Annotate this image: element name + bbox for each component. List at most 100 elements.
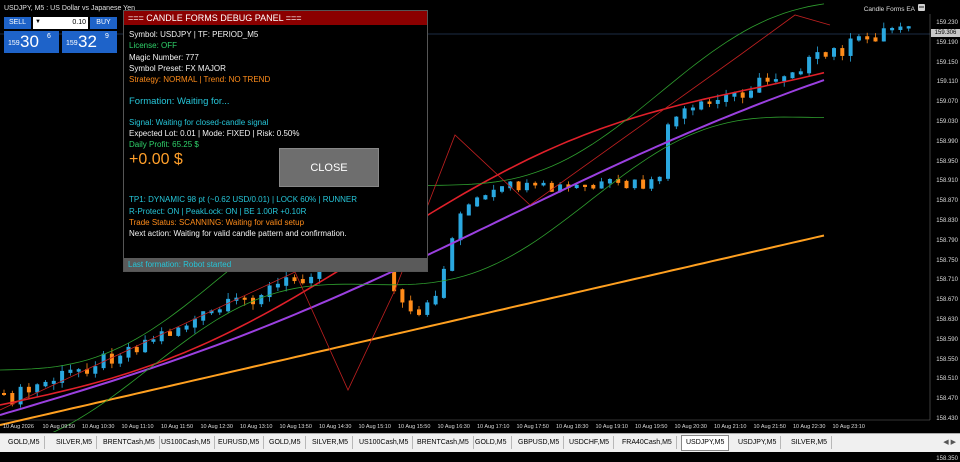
candle-body xyxy=(757,77,762,93)
candle-body xyxy=(674,116,679,127)
strategy-line: Strategy: NORMAL | Trend: NO TREND xyxy=(129,75,271,84)
close-button[interactable]: CLOSE xyxy=(279,148,379,187)
candle-body xyxy=(832,48,836,57)
price-scale-label: 158.950 xyxy=(936,158,958,165)
candle-body xyxy=(151,339,156,342)
candle-body xyxy=(483,195,488,200)
tab-usdjpy-m5[interactable]: USDJPY,M5 xyxy=(681,435,730,451)
magic-line: Magic Number: 777 xyxy=(129,53,199,62)
candle-body xyxy=(848,38,853,56)
price-scale-label: 158.990 xyxy=(936,138,958,145)
price-scale-label: 159.190 xyxy=(936,39,958,46)
price-scale-label: 158.710 xyxy=(936,277,958,284)
candle-body xyxy=(292,277,297,282)
tab-us100cash-m5[interactable]: US100Cash,M5 xyxy=(157,436,216,449)
tab-silver-m5[interactable]: SILVER,M5 xyxy=(52,436,98,449)
candle-body xyxy=(583,184,587,187)
time-axis-label: 10 Aug 19:10 xyxy=(595,424,628,430)
price-scale-label: 158.870 xyxy=(936,198,958,205)
preset-line: Symbol Preset: FX MAJOR xyxy=(129,64,226,73)
price-scale-label: 159.070 xyxy=(936,99,958,106)
time-axis-label: 10 Aug 13:10 xyxy=(240,424,273,430)
candle-body xyxy=(126,346,131,358)
candle-body xyxy=(616,179,621,183)
candle-body xyxy=(533,182,538,186)
tp-line: TP1: DYNAMIC 98 pt (~0.62 USD/0.01) | LO… xyxy=(129,195,358,204)
lot-dropdown-arrow-icon[interactable]: ▼ xyxy=(35,19,41,25)
candle-body xyxy=(624,180,629,189)
bid-quote[interactable]: 159 30 6 xyxy=(4,31,59,53)
candle-body xyxy=(657,176,662,182)
candle-body xyxy=(699,101,704,110)
candle-body xyxy=(516,181,521,191)
debug-panel: === CANDLE FORMS DEBUG PANEL === Symbol:… xyxy=(123,10,428,272)
time-axis-label: 10 Aug 17:10 xyxy=(477,424,510,430)
tab-gold-m5[interactable]: GOLD,M5 xyxy=(471,436,512,449)
time-axis-label: 10 Aug 21:50 xyxy=(753,424,786,430)
bid-prefix: 159 xyxy=(8,40,20,47)
candle-body xyxy=(715,99,720,104)
tab-gold-m5[interactable]: GOLD,M5 xyxy=(265,436,306,449)
time-axis-label: 10 Aug 19:50 xyxy=(635,424,668,430)
price-scale-label: 158.470 xyxy=(936,396,958,403)
ask-quote[interactable]: 159 32 9 xyxy=(62,31,117,53)
candle-body xyxy=(26,386,31,393)
daily-profit-line: Daily Profit: 65.25 $ xyxy=(129,140,199,149)
candle-body xyxy=(309,276,314,284)
price-scale-label: 158.790 xyxy=(936,237,958,244)
panel-title: === CANDLE FORMS DEBUG PANEL === xyxy=(124,11,427,25)
candle-body xyxy=(284,277,289,286)
candle-body xyxy=(417,309,421,315)
sell-button[interactable]: SELL xyxy=(4,17,31,29)
time-axis-label: 10 Aug 22:30 xyxy=(793,424,826,430)
tab-us100cash-m5[interactable]: US100Cash,M5 xyxy=(355,436,414,449)
time-axis-label: 10 Aug 12:30 xyxy=(200,424,233,430)
buy-button[interactable]: BUY xyxy=(90,17,117,29)
candle-body xyxy=(823,52,828,57)
candle-body xyxy=(51,380,56,384)
candle-body xyxy=(226,298,231,312)
candle-body xyxy=(740,92,745,98)
candle-body xyxy=(217,309,222,313)
current-profit: +0.00 $ xyxy=(129,151,183,168)
chart-title: USDJPY, M5 : US Dollar vs Japanese Yen xyxy=(4,5,135,12)
tab-gold-m5[interactable]: GOLD,M5 xyxy=(4,436,45,449)
price-scale-label: 158.590 xyxy=(936,336,958,343)
license-line: License: OFF xyxy=(129,41,178,50)
candle-body xyxy=(865,36,870,40)
bid-point: 6 xyxy=(47,33,51,40)
tab-usdjpy-m5[interactable]: USDJPY,M5 xyxy=(734,436,782,449)
time-axis-label: 10 Aug 09:50 xyxy=(42,424,75,430)
time-axis-label: 10 Aug 10:30 xyxy=(82,424,115,430)
candle-body xyxy=(724,94,729,102)
candle-body xyxy=(890,27,895,31)
time-axis-label: 10 Aug 16:30 xyxy=(437,424,470,430)
price-scale-label: 158.830 xyxy=(936,218,958,224)
tab-scroll-arrows-icon[interactable]: ◀ ▶ xyxy=(943,438,956,446)
tab-brentcash-m5[interactable]: BRENTCash,M5 xyxy=(99,436,160,449)
tab-eurusd-m5[interactable]: EURUSD,M5 xyxy=(214,436,265,449)
candle-body xyxy=(541,182,546,186)
time-axis-label: 10 Aug 21:10 xyxy=(714,424,747,430)
lot-size-input[interactable]: 0.10 xyxy=(33,17,88,29)
candle-body xyxy=(500,186,504,192)
tab-brentcash-m5[interactable]: BRENTCash,M5 xyxy=(413,436,474,449)
candle-body xyxy=(765,77,770,82)
candle-body xyxy=(856,36,861,41)
tab-gbpusd-m5[interactable]: GBPUSD,M5 xyxy=(514,436,565,449)
candle-body xyxy=(682,108,687,119)
chart-tabs-bar: GOLD,M5 SILVER,M5 BRENTCash,M5 US100Cash,M5… xyxy=(0,433,960,452)
tab-silver-m5[interactable]: SILVER,M5 xyxy=(787,436,833,449)
tab-fra40cash-m5[interactable]: FRA40Cash,M5 xyxy=(618,436,677,449)
tab-silver-m5[interactable]: SILVER,M5 xyxy=(308,436,354,449)
tab-usdchf-m5[interactable]: USDCHF,M5 xyxy=(565,436,615,449)
price-scale-label: 158.630 xyxy=(936,317,958,323)
price-scale-label: 159.030 xyxy=(936,119,958,125)
ask-pips: 32 xyxy=(78,32,97,51)
candle-body xyxy=(168,331,172,336)
candle-body xyxy=(425,302,430,315)
time-axis-label: 10 Aug 15:50 xyxy=(398,424,431,430)
price-scale-label: 159.150 xyxy=(936,59,958,66)
ea-hat-icon[interactable] xyxy=(918,4,925,11)
candle-body xyxy=(881,28,886,42)
